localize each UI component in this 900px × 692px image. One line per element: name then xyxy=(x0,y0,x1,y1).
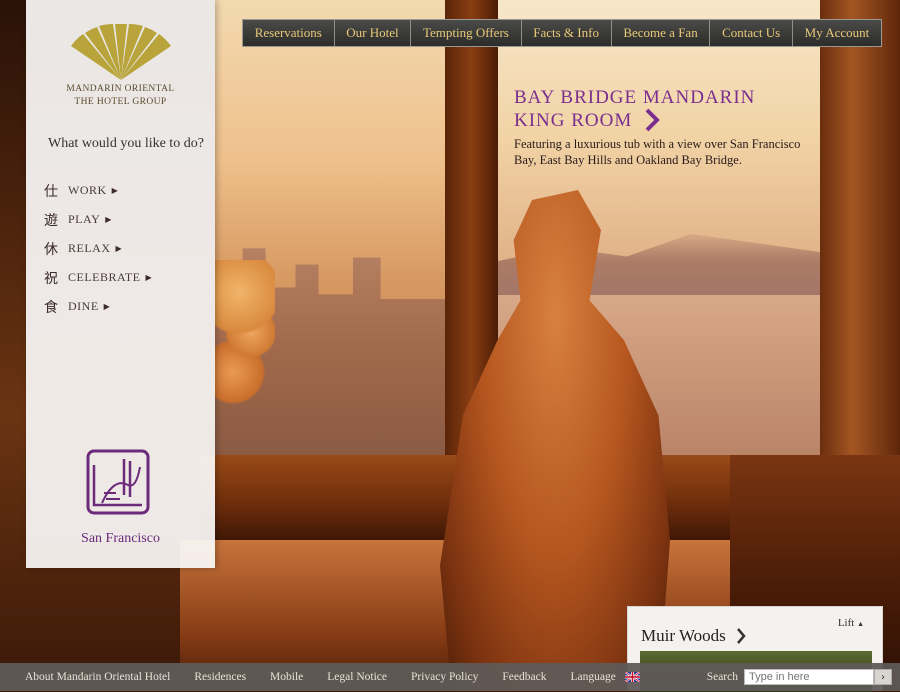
language-selector[interactable]: Language xyxy=(558,671,651,683)
mandarin-fan-logo-icon[interactable] xyxy=(69,24,173,84)
menu-item-label: CELEBRATE xyxy=(68,270,141,284)
menu-item-label: DINE xyxy=(68,299,99,313)
activity-menu: 仕 WORK ▶ 遊 PLAY ▶ 休 RELAX ▶ 祝 CELEBRATE … xyxy=(44,176,152,321)
promo-title-line2: KING ROOM xyxy=(514,110,633,131)
menu-item-play[interactable]: 遊 PLAY ▶ xyxy=(44,205,152,234)
footer-link-residences[interactable]: Residences xyxy=(182,671,258,683)
menu-item-relax[interactable]: 休 RELAX ▶ xyxy=(44,234,152,263)
sidebar-prompt: What would you like to do? xyxy=(48,136,204,151)
menu-item-label: PLAY xyxy=(68,212,101,226)
nav-our-hotel[interactable]: Our Hotel xyxy=(335,20,412,46)
search-submit-button[interactable]: › xyxy=(874,669,892,685)
nav-contact-us[interactable]: Contact Us xyxy=(710,20,793,46)
nav-my-account[interactable]: My Account xyxy=(793,20,881,46)
footer-link-feedback[interactable]: Feedback xyxy=(490,671,558,683)
triangle-right-icon: ▶ xyxy=(105,215,112,224)
menu-item-label: WORK xyxy=(68,183,107,197)
nav-become-a-fan[interactable]: Become a Fan xyxy=(612,20,711,46)
triangle-right-icon: ▶ xyxy=(103,302,111,311)
lift-toggle[interactable]: Lift ▲ xyxy=(838,617,864,629)
chevron-right-icon[interactable] xyxy=(736,628,746,644)
search-input[interactable] xyxy=(744,669,874,685)
triangle-up-icon: ▲ xyxy=(857,620,864,628)
play-glyph-icon: 遊 xyxy=(44,212,59,229)
relax-glyph-icon: 休 xyxy=(44,241,59,258)
dine-glyph-icon: 食 xyxy=(44,299,59,316)
promo-description: Featuring a luxurious tub with a view ov… xyxy=(514,137,801,167)
triangle-right-icon: ▶ xyxy=(111,186,119,195)
orchid-flowers xyxy=(215,260,275,420)
chevron-right-icon[interactable] xyxy=(644,108,660,132)
card-title[interactable]: Muir Woods xyxy=(641,626,726,646)
celebrate-glyph-icon: 祝 xyxy=(44,270,59,287)
uk-flag-icon xyxy=(624,672,640,683)
nav-tempting-offers[interactable]: Tempting Offers xyxy=(411,20,522,46)
nav-facts-info[interactable]: Facts & Info xyxy=(522,20,612,46)
main-navigation: Reservations Our Hotel Tempting Offers F… xyxy=(242,19,882,47)
triangle-right-icon: ▶ xyxy=(115,244,123,253)
menu-item-work[interactable]: 仕 WORK ▶ xyxy=(44,176,152,205)
window-frame-right xyxy=(820,0,900,470)
nav-reservations[interactable]: Reservations xyxy=(243,20,335,46)
chevron-right-icon: › xyxy=(881,671,885,683)
brand-name: MANDARIN ORIENTAL xyxy=(66,84,175,94)
menu-item-dine[interactable]: 食 DINE ▶ xyxy=(44,292,152,321)
san-francisco-seal-icon[interactable] xyxy=(84,447,152,519)
language-label: Language xyxy=(570,671,616,683)
promo-title[interactable]: BAY BRIDGE MANDARIN KING ROOM xyxy=(514,86,755,132)
footer-link-mobile[interactable]: Mobile xyxy=(258,671,315,683)
menu-item-celebrate[interactable]: 祝 CELEBRATE ▶ xyxy=(44,263,152,292)
search-label: Search xyxy=(706,671,738,683)
work-glyph-icon: 仕 xyxy=(44,183,59,200)
hotel-city-name[interactable]: San Francisco xyxy=(26,531,215,547)
lift-label: Lift xyxy=(837,617,855,629)
footer-bar: About Mandarin Oriental Hotel Residences… xyxy=(0,663,900,691)
sidebar: MANDARIN ORIENTAL THE HOTEL GROUP What w… xyxy=(26,0,215,568)
footer-link-about[interactable]: About Mandarin Oriental Hotel xyxy=(0,671,182,683)
promo-title-line1: BAY BRIDGE MANDARIN xyxy=(514,87,756,108)
menu-item-label: RELAX xyxy=(68,241,111,255)
brand-tagline: THE HOTEL GROUP xyxy=(74,97,167,107)
triangle-right-icon: ▶ xyxy=(145,273,153,282)
footer-link-privacy[interactable]: Privacy Policy xyxy=(399,671,490,683)
footer-link-legal[interactable]: Legal Notice xyxy=(315,671,399,683)
